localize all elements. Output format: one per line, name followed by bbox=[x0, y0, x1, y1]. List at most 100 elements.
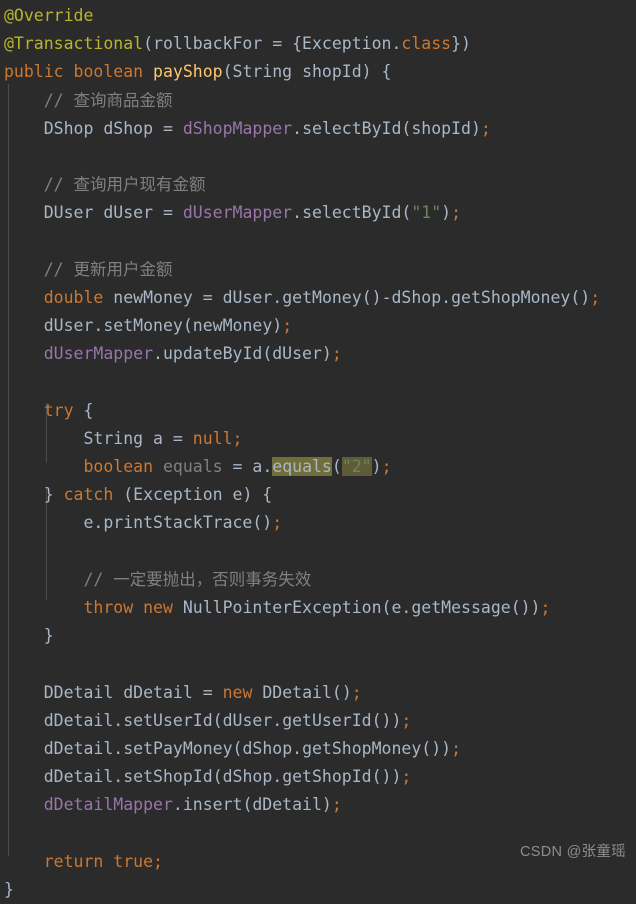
var-e: e bbox=[232, 485, 243, 505]
comment-update-user-balance: // 更新用户金额 bbox=[43, 259, 173, 279]
keyword-class: class bbox=[401, 34, 452, 54]
var-ddetail: dDetail bbox=[43, 767, 114, 787]
call-selectbyid: selectById bbox=[302, 203, 402, 223]
call-setpaymoney: setPayMoney bbox=[123, 738, 233, 758]
code-line[interactable]: try { bbox=[0, 397, 636, 425]
code-editor-pane[interactable]: @Override @Transactional(rollbackFor = {… bbox=[0, 0, 636, 899]
keyword-public: public bbox=[4, 62, 64, 82]
arg-newmoney: newMoney bbox=[192, 316, 273, 336]
code-line[interactable]: @Transactional(rollbackFor = {Exception.… bbox=[0, 30, 636, 58]
code-line[interactable]: dUserMapper.updateById(dUser); bbox=[0, 340, 636, 368]
field-dusermapper: dUserMapper bbox=[182, 203, 293, 223]
var-ddetail: dDetail bbox=[123, 682, 193, 702]
brace-close: } bbox=[451, 34, 461, 54]
keyword-throw: throw bbox=[83, 597, 134, 617]
code-line[interactable]: DDetail dDetail = new DDetail(); bbox=[0, 679, 636, 707]
var-duser: dUser bbox=[222, 287, 273, 307]
annotation-transactional: @Transactional bbox=[4, 34, 144, 54]
call-updatebyid: updateById bbox=[162, 344, 263, 364]
keyword-try: try bbox=[43, 400, 74, 420]
keyword-catch: catch bbox=[63, 485, 114, 505]
code-line[interactable]: dUser.setMoney(newMoney); bbox=[0, 312, 636, 340]
call-selectbyid: selectById bbox=[302, 118, 402, 138]
keyword-double: double bbox=[43, 287, 104, 307]
code-line[interactable]: DUser dUser = dUserMapper.selectById("1"… bbox=[0, 199, 636, 227]
arg-shopid: shopId bbox=[411, 118, 471, 138]
code-line[interactable]: dDetailMapper.insert(dDetail); bbox=[0, 791, 636, 819]
brace-close-method: } bbox=[4, 879, 14, 899]
var-a: a bbox=[252, 457, 263, 476]
var-a: a bbox=[153, 428, 163, 448]
paren-close: ) bbox=[361, 62, 372, 82]
type-exception: Exception bbox=[133, 485, 223, 505]
equals-operator: = bbox=[262, 34, 293, 54]
var-equals: equals bbox=[162, 457, 223, 476]
code-line[interactable]: } bbox=[0, 876, 636, 904]
call-setuserid: setUserId bbox=[123, 710, 213, 730]
arg-duser: dUser bbox=[272, 344, 322, 364]
type-duser: DUser bbox=[43, 203, 94, 223]
brace-open: { bbox=[292, 34, 303, 54]
var-ddetail: dDetail bbox=[43, 710, 114, 730]
code-line[interactable]: public boolean payShop(String shopId) { bbox=[0, 58, 636, 86]
keyword-new: new bbox=[222, 682, 253, 702]
var-dshop: dShop bbox=[391, 287, 442, 307]
method-name-payshop: payShop bbox=[153, 62, 223, 82]
field-ddetailmapper: dDetailMapper bbox=[43, 795, 173, 815]
string-literal-1: "1" bbox=[411, 203, 442, 223]
call-getmessage: getMessage bbox=[411, 597, 511, 617]
paren-open: ( bbox=[143, 34, 154, 54]
code-line[interactable]: dDetail.setPayMoney(dShop.getShopMoney()… bbox=[0, 735, 636, 763]
keyword-boolean: boolean bbox=[83, 457, 154, 476]
var-e: e bbox=[83, 513, 94, 533]
code-line[interactable]: boolean equals = a.equals("2"); bbox=[0, 453, 636, 481]
call-insert: insert bbox=[182, 795, 243, 815]
code-line[interactable]: double newMoney = dUser.getMoney()-dShop… bbox=[0, 284, 636, 312]
code-line[interactable]: DShop dShop = dShopMapper.selectById(sho… bbox=[0, 115, 636, 143]
var-dshop: dShop bbox=[242, 738, 293, 758]
code-line[interactable]: dDetail.setUserId(dUser.getUserId()); bbox=[0, 707, 636, 735]
brace-close-catch: } bbox=[43, 626, 54, 646]
comment-query-user-balance: // 查询用户现有金额 bbox=[43, 175, 206, 195]
call-setmoney: setMoney bbox=[103, 316, 183, 336]
var-e: e bbox=[391, 597, 402, 617]
code-line[interactable]: dDetail.setShopId(dShop.getShopId()); bbox=[0, 763, 636, 791]
field-dshopmapper: dShopMapper bbox=[182, 118, 293, 138]
code-line-blank[interactable] bbox=[0, 650, 636, 678]
csdn-watermark: CSDN @张童瑶 bbox=[519, 844, 626, 860]
code-line-blank[interactable] bbox=[0, 228, 636, 256]
constructor-ddetail: DDetail bbox=[262, 682, 332, 702]
code-line-blank[interactable] bbox=[0, 538, 636, 566]
code-line[interactable]: // 更新用户金额 bbox=[0, 256, 636, 284]
comment-query-shop-amount: // 查询商品金额 bbox=[43, 90, 173, 110]
keyword-new: new bbox=[143, 597, 173, 617]
code-line-blank[interactable] bbox=[0, 368, 636, 396]
code-line[interactable]: // 查询商品金额 bbox=[0, 87, 636, 115]
code-line[interactable]: // 一定要抛出，否则事务失效 bbox=[0, 566, 636, 594]
call-getshopmoney: getShopMoney bbox=[451, 287, 571, 307]
minus-operator: - bbox=[381, 287, 392, 307]
paren-close: ) bbox=[461, 34, 471, 54]
code-line[interactable]: e.printStackTrace(); bbox=[0, 509, 636, 537]
brace-open: { bbox=[381, 62, 392, 82]
code-content[interactable]: @Override @Transactional(rollbackFor = {… bbox=[0, 0, 636, 904]
code-line[interactable]: } bbox=[0, 622, 636, 650]
type-exception: Exception bbox=[302, 34, 392, 54]
code-line[interactable]: @Override bbox=[0, 2, 636, 30]
keyword-true: true bbox=[113, 851, 154, 871]
code-line[interactable]: // 查询用户现有金额 bbox=[0, 171, 636, 199]
code-line-blank[interactable] bbox=[0, 143, 636, 171]
dot-operator: . bbox=[391, 34, 402, 54]
call-getmoney: getMoney bbox=[282, 287, 362, 307]
field-dusermapper: dUserMapper bbox=[43, 344, 154, 364]
param-shopid: shopId bbox=[302, 62, 362, 82]
var-duser: dUser bbox=[222, 710, 273, 730]
call-getshopmoney: getShopMoney bbox=[302, 738, 422, 758]
var-duser: dUser bbox=[103, 203, 154, 223]
call-getshopid: getShopId bbox=[282, 767, 372, 787]
code-line[interactable]: String a = null; bbox=[0, 425, 636, 453]
code-line[interactable]: throw new NullPointerException(e.getMess… bbox=[0, 594, 636, 622]
paren-open: ( bbox=[222, 62, 233, 82]
code-line[interactable]: } catch (Exception e) { bbox=[0, 481, 636, 509]
highlighted-call-equals: equals bbox=[272, 457, 332, 476]
